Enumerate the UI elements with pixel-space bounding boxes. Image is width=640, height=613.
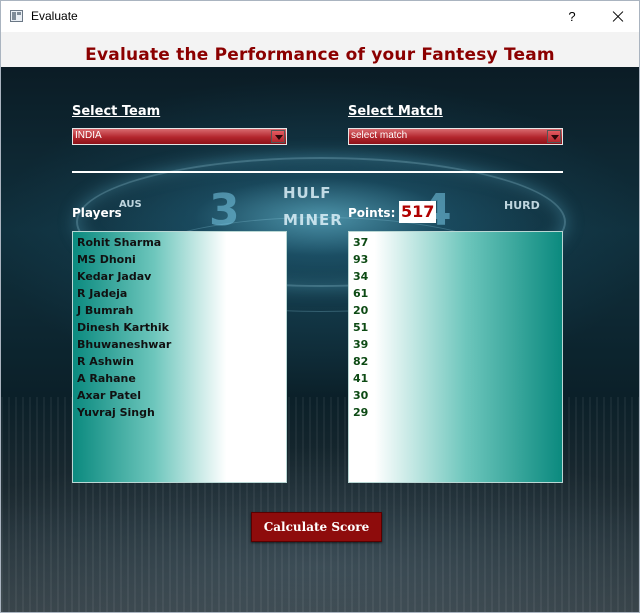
list-item[interactable]: 34 [353, 268, 558, 285]
team-select[interactable]: INDIA [72, 128, 287, 145]
match-select[interactable]: select match [348, 128, 563, 145]
list-item[interactable]: A Rahane [77, 370, 282, 387]
hologram-glyph: MINER [283, 211, 343, 229]
list-item[interactable]: 61 [353, 285, 558, 302]
close-icon[interactable] [597, 1, 637, 32]
points-label: Points: [348, 206, 396, 220]
list-item[interactable]: 29 [353, 404, 558, 421]
list-item[interactable]: J Bumrah [77, 302, 282, 319]
evaluate-window: Evaluate ? Evaluate the Performance of y… [0, 0, 640, 613]
players-label: Players [72, 206, 122, 220]
select-team-label: Select Team [72, 104, 161, 119]
list-item[interactable]: 51 [353, 319, 558, 336]
team-select-value: INDIA [75, 130, 102, 141]
list-item[interactable]: Bhuwaneshwar [77, 336, 282, 353]
help-button[interactable]: ? [553, 1, 591, 32]
list-item[interactable]: 82 [353, 353, 558, 370]
list-item[interactable]: Kedar Jadav [77, 268, 282, 285]
divider [72, 171, 563, 173]
hologram-glyph: HULF [283, 184, 332, 202]
list-item[interactable]: Dinesh Karthik [77, 319, 282, 336]
list-item[interactable]: Yuvraj Singh [77, 404, 282, 421]
list-item[interactable]: 30 [353, 387, 558, 404]
players-list[interactable]: Rohit Sharma MS Dhoni Kedar Jadav R Jade… [72, 231, 287, 483]
page-title: Evaluate the Performance of your Fantesy… [85, 45, 555, 65]
list-item[interactable]: 20 [353, 302, 558, 319]
match-select-value: select match [351, 130, 408, 141]
chevron-down-icon[interactable] [547, 130, 561, 143]
list-item[interactable]: 39 [353, 336, 558, 353]
calculate-score-button[interactable]: Calculate Score [251, 512, 382, 542]
list-item[interactable]: R Ashwin [77, 353, 282, 370]
title-bar[interactable]: Evaluate ? [1, 1, 639, 32]
hologram-glyph: 3 [209, 185, 240, 236]
window-title: Evaluate [31, 9, 78, 23]
select-match-label: Select Match [348, 104, 443, 119]
list-item[interactable]: Rohit Sharma [77, 234, 282, 251]
list-item[interactable]: 37 [353, 234, 558, 251]
list-item[interactable]: R Jadeja [77, 285, 282, 302]
points-list[interactable]: 37 93 34 61 20 51 39 82 41 30 29 [348, 231, 563, 483]
chevron-down-icon[interactable] [271, 130, 285, 143]
list-item[interactable]: 41 [353, 370, 558, 387]
list-item[interactable]: MS Dhoni [77, 251, 282, 268]
points-total: 517 [399, 201, 437, 223]
hologram-glyph: HURD [504, 199, 540, 212]
list-item[interactable]: Axar Patel [77, 387, 282, 404]
app-window-icon [10, 10, 23, 22]
list-item[interactable]: 93 [353, 251, 558, 268]
hologram-glyph: AUS [119, 199, 142, 210]
